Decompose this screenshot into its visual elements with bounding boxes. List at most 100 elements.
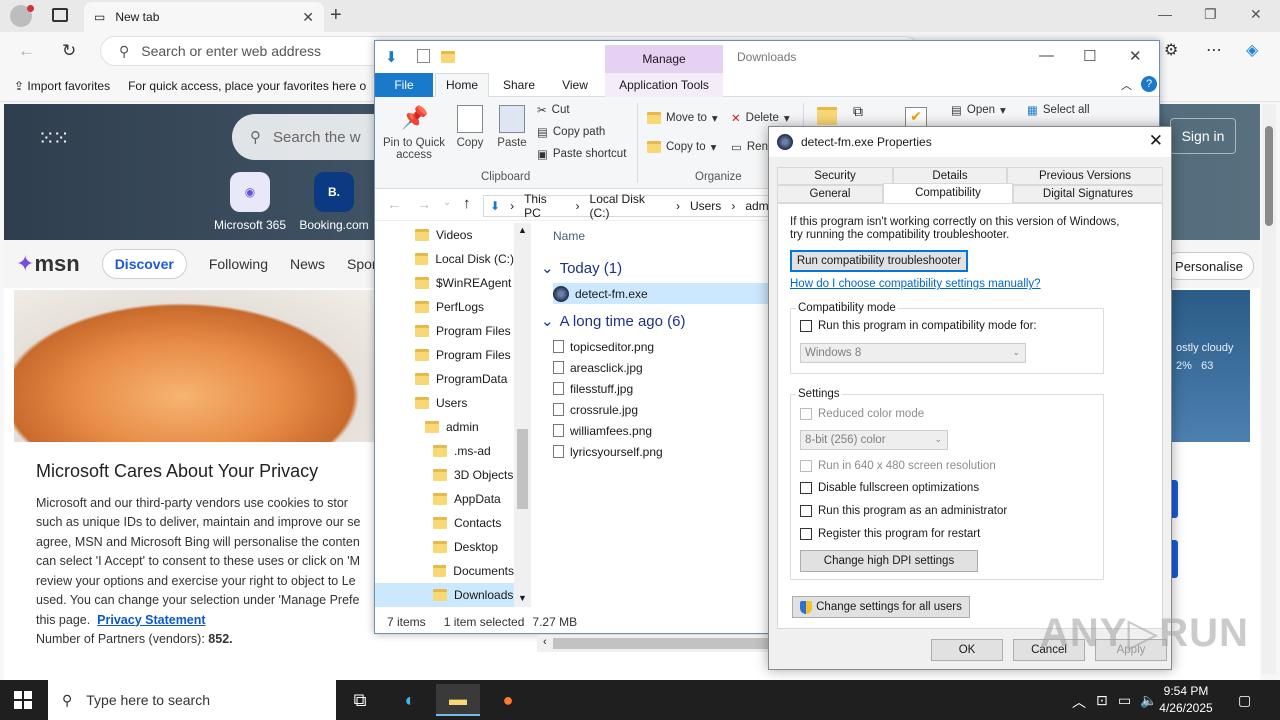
h-scroll-thumb[interactable] [553,638,773,649]
new-folder-qat-icon[interactable] [441,51,455,63]
compat-mode-select[interactable]: Windows 8 ⌄ [800,343,1026,363]
file-list[interactable]: Name ⌄ Today (1) detect-fm.exe ⌄ A long ti… [535,223,775,652]
close-window-icon[interactable]: ✕ [1250,6,1262,23]
tree-item[interactable]: .ms-ad [375,439,514,463]
navigation-pane[interactable]: Videos Local Disk (C:) $WinREAgent PerfLogs… [375,223,531,607]
tab-security[interactable]: Security [777,167,893,185]
paste-button[interactable]: Paste [489,105,535,149]
register-restart-checkbox[interactable]: Register this program for restart [800,528,980,540]
help-icon[interactable]: ? [1141,76,1157,92]
collapse-ribbon-icon[interactable]: ︿ [1121,77,1132,93]
personalise-button[interactable]: Personalise [1164,252,1254,280]
network-icon[interactable]: ▭ [1118,692,1131,709]
disable-fullscreen-checkbox[interactable]: Disable fullscreen optimizations [800,482,979,494]
move-to-button[interactable]: Move to ▾ [647,111,718,125]
close-icon[interactable]: ✕ [1149,131,1163,151]
scroll-left-icon[interactable]: ‹ [543,636,547,648]
firefox-taskbar-icon[interactable]: ● [486,684,530,716]
more-menu-icon[interactable]: ⋯ [1206,40,1222,60]
taskbar-search[interactable]: ⚲ Type here to search [48,680,336,720]
tab-compatibility[interactable]: Compatibility [883,183,1013,203]
back-icon[interactable]: ← [18,41,35,61]
color-depth-select[interactable]: 8-bit (256) color ⌄ [800,430,948,450]
maximize-icon[interactable]: ☐ [1083,47,1096,65]
recent-icon[interactable]: ⌄ [443,197,451,208]
crumb-this-pc[interactable]: This PC [524,192,565,220]
file-item[interactable]: crossrule.jpg [553,399,773,420]
hero-kitten-image[interactable] [14,290,384,442]
horizontal-scrollbar[interactable]: ‹ [537,635,773,652]
tree-item[interactable]: Users [375,391,514,415]
scroll-up-icon[interactable]: ▲ [518,225,527,235]
run-as-admin-checkbox[interactable]: Run this program as an administrator [800,505,1007,517]
msn-logo[interactable]: ✦msn [16,251,80,277]
group-long-time-ago[interactable]: ⌄ A long time ago (6) [541,312,685,331]
new-item-icon[interactable]: ⧉ [853,103,863,120]
tree-item[interactable]: PerfLogs [375,295,514,319]
nav-scrollbar[interactable]: ▲ ▼ [514,223,531,607]
tree-item[interactable]: Contacts [375,511,514,535]
tab-digital-signatures[interactable]: Digital Signatures [1013,185,1163,203]
tab-previous-versions[interactable]: Previous Versions [1007,167,1163,185]
group-today[interactable]: ⌄ Today (1) [541,259,622,278]
network-activity-icon[interactable]: ⊡ [1096,692,1108,709]
tree-item[interactable]: Desktop [375,535,514,559]
tree-item[interactable]: Program Files [375,343,514,367]
manage-tab[interactable]: Manage [605,45,723,73]
paste-shortcut-button[interactable]: ▣ Paste shortcut [537,147,626,161]
crumb-users[interactable]: Users [690,199,721,213]
notifications-icon[interactable]: ▢ [1238,692,1251,709]
start-button[interactable] [14,691,32,709]
close-icon[interactable]: ✕ [1129,47,1142,65]
tile-microsoft-365[interactable]: ◉ Microsoft 365 [210,172,290,232]
tree-item[interactable]: AppData [375,487,514,511]
res-640-checkbox[interactable]: Run in 640 x 480 screen resolution [800,460,996,472]
copy-path-button[interactable]: ▤ Copy path [537,125,605,139]
cut-button[interactable]: ✂ Cut [537,103,570,117]
change-dpi-button[interactable]: Change high DPI settings [800,550,978,572]
tab-home[interactable]: Home [435,73,489,97]
nav-discover[interactable]: Discover [101,249,187,279]
task-view-icon[interactable]: ⧉ [338,684,382,716]
tree-item[interactable]: $WinREAgent [375,271,514,295]
file-item-selected[interactable]: detect-fm.exe [553,283,773,304]
refresh-icon[interactable]: ↻ [62,41,76,61]
run-troubleshooter-button[interactable]: Run compatibility troubleshooter [790,250,968,272]
extensions-icon[interactable]: ⚙ [1164,40,1178,60]
nav-scroll-thumb[interactable] [517,429,528,509]
tile-booking[interactable]: B. Booking.com [294,172,374,232]
scroll-down-icon[interactable]: ▼ [518,593,527,603]
close-tab-icon[interactable]: ✕ [302,9,314,26]
minimize-icon[interactable]: — [1158,6,1172,22]
add-tab-button[interactable]: + [330,4,342,27]
privacy-statement-link[interactable]: Privacy Statement [97,613,205,627]
chevron-up-icon[interactable]: ︿ [1072,692,1086,712]
tree-item[interactable]: admin [375,415,514,439]
crumb-local-disk[interactable]: Local Disk (C:) [590,192,666,220]
pin-quick-access-button[interactable]: 📌 Pin to Quick access [381,105,447,161]
nav-news[interactable]: News [290,256,325,272]
ok-button[interactable]: OK [931,639,1003,661]
tree-item[interactable]: 3D Objects [375,463,514,487]
copy-to-button[interactable]: Copy to ▾ [647,140,716,154]
file-explorer-taskbar-icon[interactable]: ▬ [436,684,480,716]
tree-item[interactable]: Local Disk (C:) [375,247,514,271]
forward-icon[interactable]: → [417,196,431,212]
copy-button[interactable]: Copy [447,105,493,149]
file-item[interactable]: topicseditor.png [553,336,773,357]
tab-view[interactable]: View [555,73,595,97]
file-item[interactable]: williamfees.png [553,420,773,441]
tab-application-tools[interactable]: Application Tools [605,73,723,97]
tab-general[interactable]: General [777,185,883,203]
up-icon[interactable]: ↑ [463,195,471,212]
file-item[interactable]: areasclick.jpg [553,357,773,378]
tree-item[interactable]: Videos [375,223,514,247]
file-item[interactable]: lyricsyourself.png [553,441,773,462]
nav-following[interactable]: Following [209,256,268,272]
select-all-button[interactable]: ▦ Select all [1027,103,1090,117]
page-scrollbar[interactable] [1262,104,1276,674]
scrollbar-thumb[interactable] [1265,126,1273,226]
back-icon[interactable]: ← [387,196,401,212]
new-folder-icon[interactable] [817,107,837,125]
edge-taskbar-icon[interactable]: ◐ [388,684,432,716]
